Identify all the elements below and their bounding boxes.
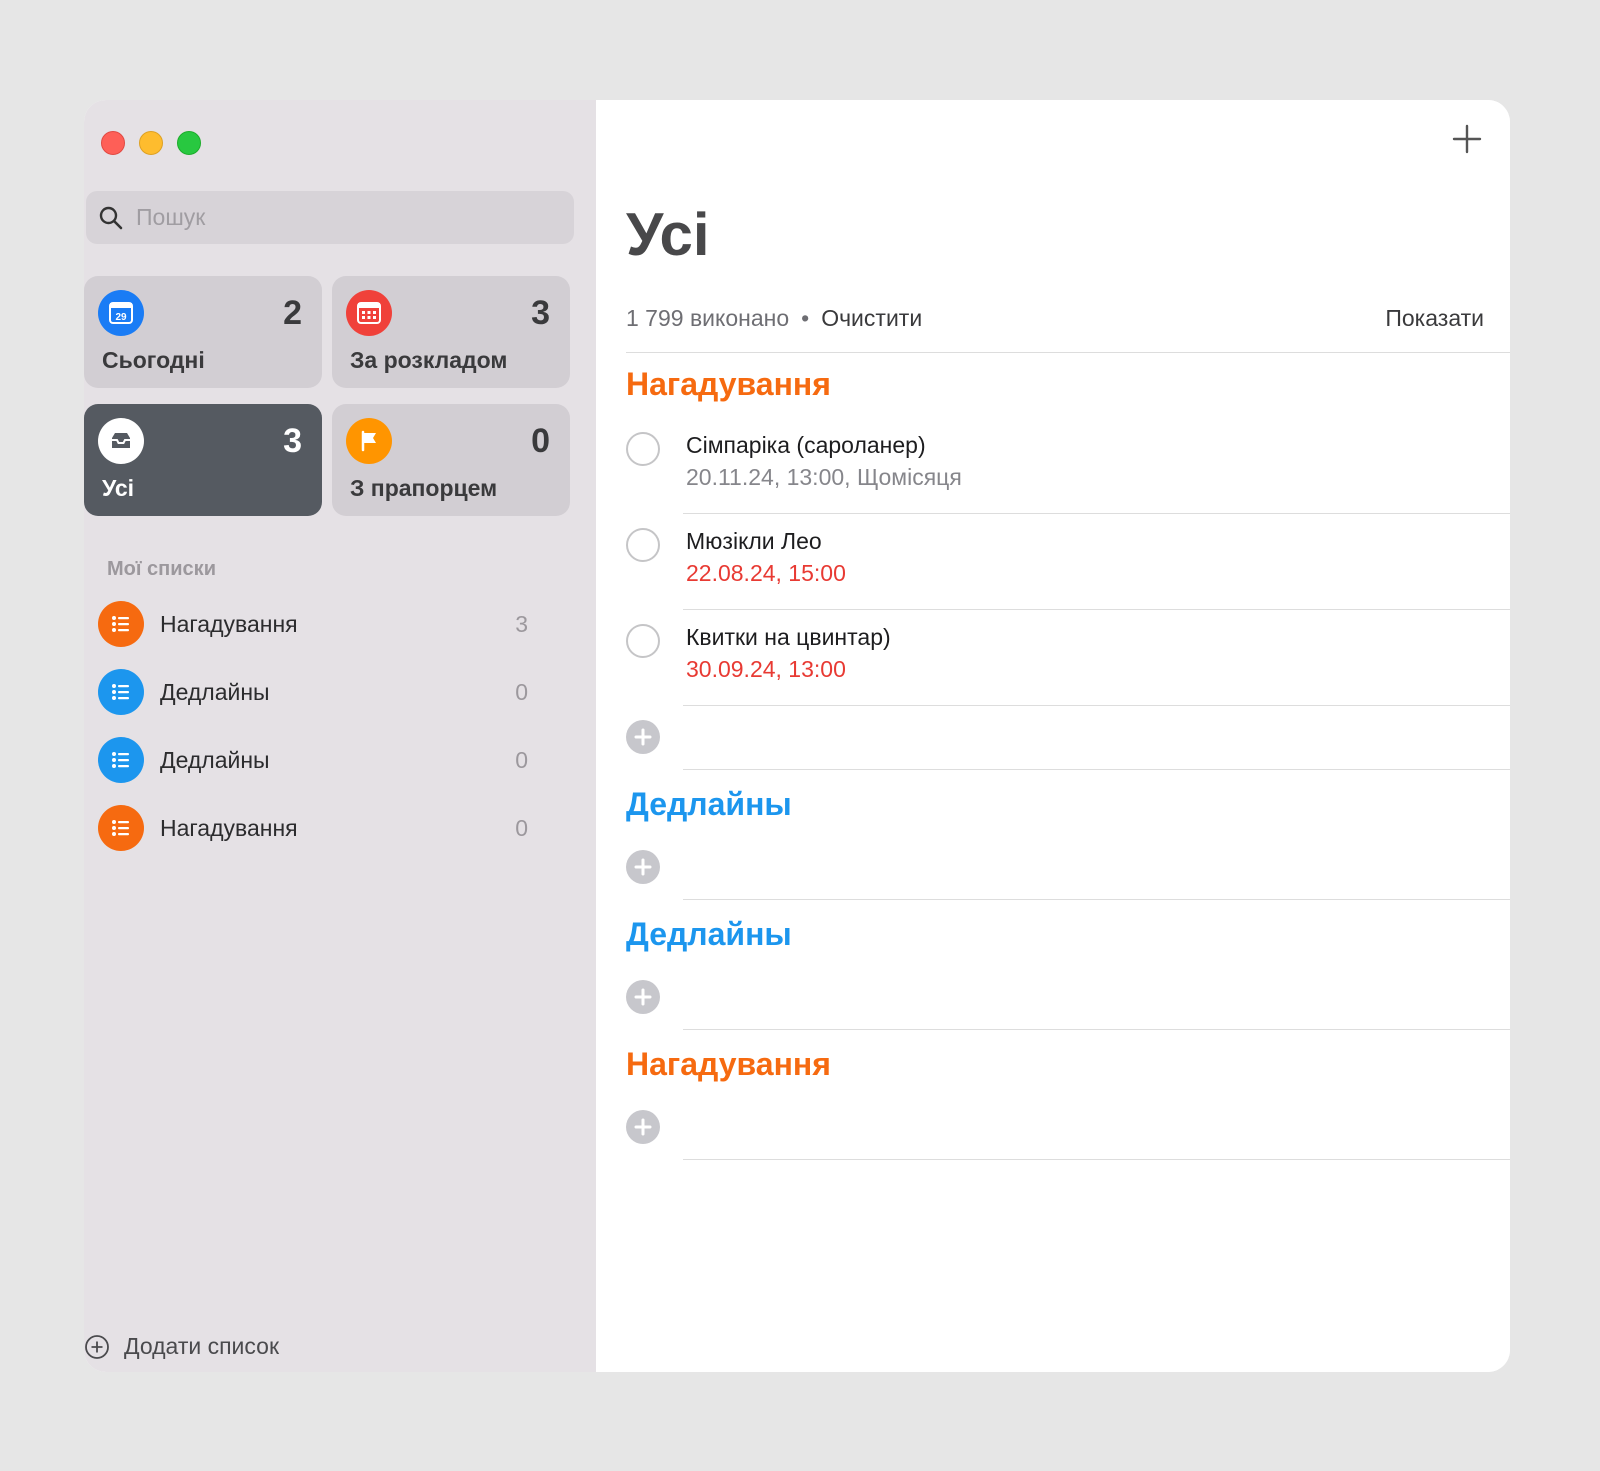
smart-list-label: За розкладом [350,347,508,373]
list-bullet-icon [98,805,144,851]
sidebar-list-item[interactable]: Нагадування 3 [98,600,548,648]
minimize-window-button[interactable] [139,131,163,155]
add-reminder-row[interactable] [626,706,1510,770]
reminder-title[interactable]: Квитки на цвинтар) [686,624,891,651]
smart-list-label: З прапорцем [350,475,498,501]
reminder-item: Мюзікли Лео 22.08.24, 15:00 [626,514,1510,610]
smart-list-count: 3 [531,294,550,332]
separator-dot: • [801,305,810,331]
reminder-title[interactable]: Мюзікли Лео [686,528,822,555]
smart-list-today[interactable]: 29 2 Сьогодні [84,276,322,388]
add-reminder-icon[interactable] [626,850,660,884]
smart-list-count: 2 [283,294,302,332]
window-controls [101,131,201,155]
add-reminder-icon[interactable] [626,1110,660,1144]
add-reminder-row[interactable] [626,836,1510,900]
list-name: Дедлайны [160,678,270,705]
close-window-button[interactable] [101,131,125,155]
completed-stats-bar: 1 799 виконано • Очистити Показати [626,305,1510,353]
divider [683,899,1510,900]
sidebar-list-item[interactable]: Нагадування 0 [98,804,548,852]
smart-list-count: 3 [283,422,302,460]
add-reminder-icon[interactable] [626,720,660,754]
reminder-item: Квитки на цвинтар) 30.09.24, 13:00 [626,610,1510,706]
reminder-item: Сімпаріка (сароланер) 20.11.24, 13:00, Щ… [626,418,1510,514]
completed-count: 1 799 виконано [626,305,790,331]
add-reminder-row[interactable] [626,966,1510,1030]
list-count: 3 [515,610,528,637]
plus-circle-icon [85,1334,109,1359]
inbox-icon [98,418,144,464]
smart-list-label: Усі [102,475,135,501]
add-reminder-row[interactable] [626,1096,1510,1160]
list-name: Нагадування [160,814,298,841]
section-title: Дедлайны [626,786,792,822]
calendar-today-icon: 29 [98,290,144,336]
divider [683,769,1510,770]
page-title: Усі [626,201,710,268]
smart-list-scheduled[interactable]: 3 За розкладом [332,276,570,388]
reminder-due-date: 22.08.24, 15:00 [686,560,846,586]
divider [683,1159,1510,1160]
reminder-due-date: 30.09.24, 13:00 [686,656,846,682]
svg-text:29: 29 [115,312,127,323]
sidebar-list-item[interactable]: Дедлайны 0 [98,736,548,784]
smart-list-label: Сьогодні [102,347,205,373]
add-reminder-icon[interactable] [626,980,660,1014]
show-completed-button[interactable]: Показати [1385,305,1484,332]
list-count: 0 [515,814,528,841]
search-icon [99,206,123,229]
search-bar[interactable] [86,191,574,244]
list-bullet-icon [98,737,144,783]
smart-list-flagged[interactable]: 0 З прапорцем [332,404,570,516]
list-count: 0 [515,678,528,705]
section-title: Нагадування [626,366,831,402]
add-list-button[interactable]: Додати список [84,1333,279,1360]
sidebar-list-item[interactable]: Дедлайны 0 [98,668,548,716]
calendar-scheduled-icon [346,290,392,336]
add-list-label: Додати список [124,1333,280,1359]
list-count: 0 [515,746,528,773]
section-title: Нагадування [626,1046,831,1082]
smart-list-count: 0 [531,422,550,460]
reminder-title[interactable]: Сімпаріка (сароланер) [686,432,926,459]
list-name: Дедлайны [160,746,270,773]
complete-checkbox[interactable] [626,528,660,562]
complete-checkbox[interactable] [626,624,660,658]
list-bullet-icon [98,601,144,647]
list-bullet-icon [98,669,144,715]
divider [683,1029,1510,1030]
clear-completed-button[interactable]: Очистити [821,305,922,332]
reminder-meta: 20.11.24, 13:00, Щомісяця [686,464,962,490]
search-input[interactable] [136,204,536,231]
complete-checkbox[interactable] [626,432,660,466]
smart-list-all[interactable]: 3 Усі [84,404,322,516]
new-reminder-plus-icon[interactable] [1450,122,1484,156]
reminders-window: 29 2 Сьогодні 3 За розкладом [84,100,1510,1372]
main-content: Усі 1 799 виконано • Очистити Показати Н… [596,100,1510,1372]
section-title: Дедлайны [626,916,792,952]
list-name: Нагадування [160,610,298,637]
flag-icon [346,418,392,464]
maximize-window-button[interactable] [177,131,201,155]
my-lists-heading: Мої списки [107,558,216,580]
sidebar: 29 2 Сьогодні 3 За розкладом [84,100,596,1372]
